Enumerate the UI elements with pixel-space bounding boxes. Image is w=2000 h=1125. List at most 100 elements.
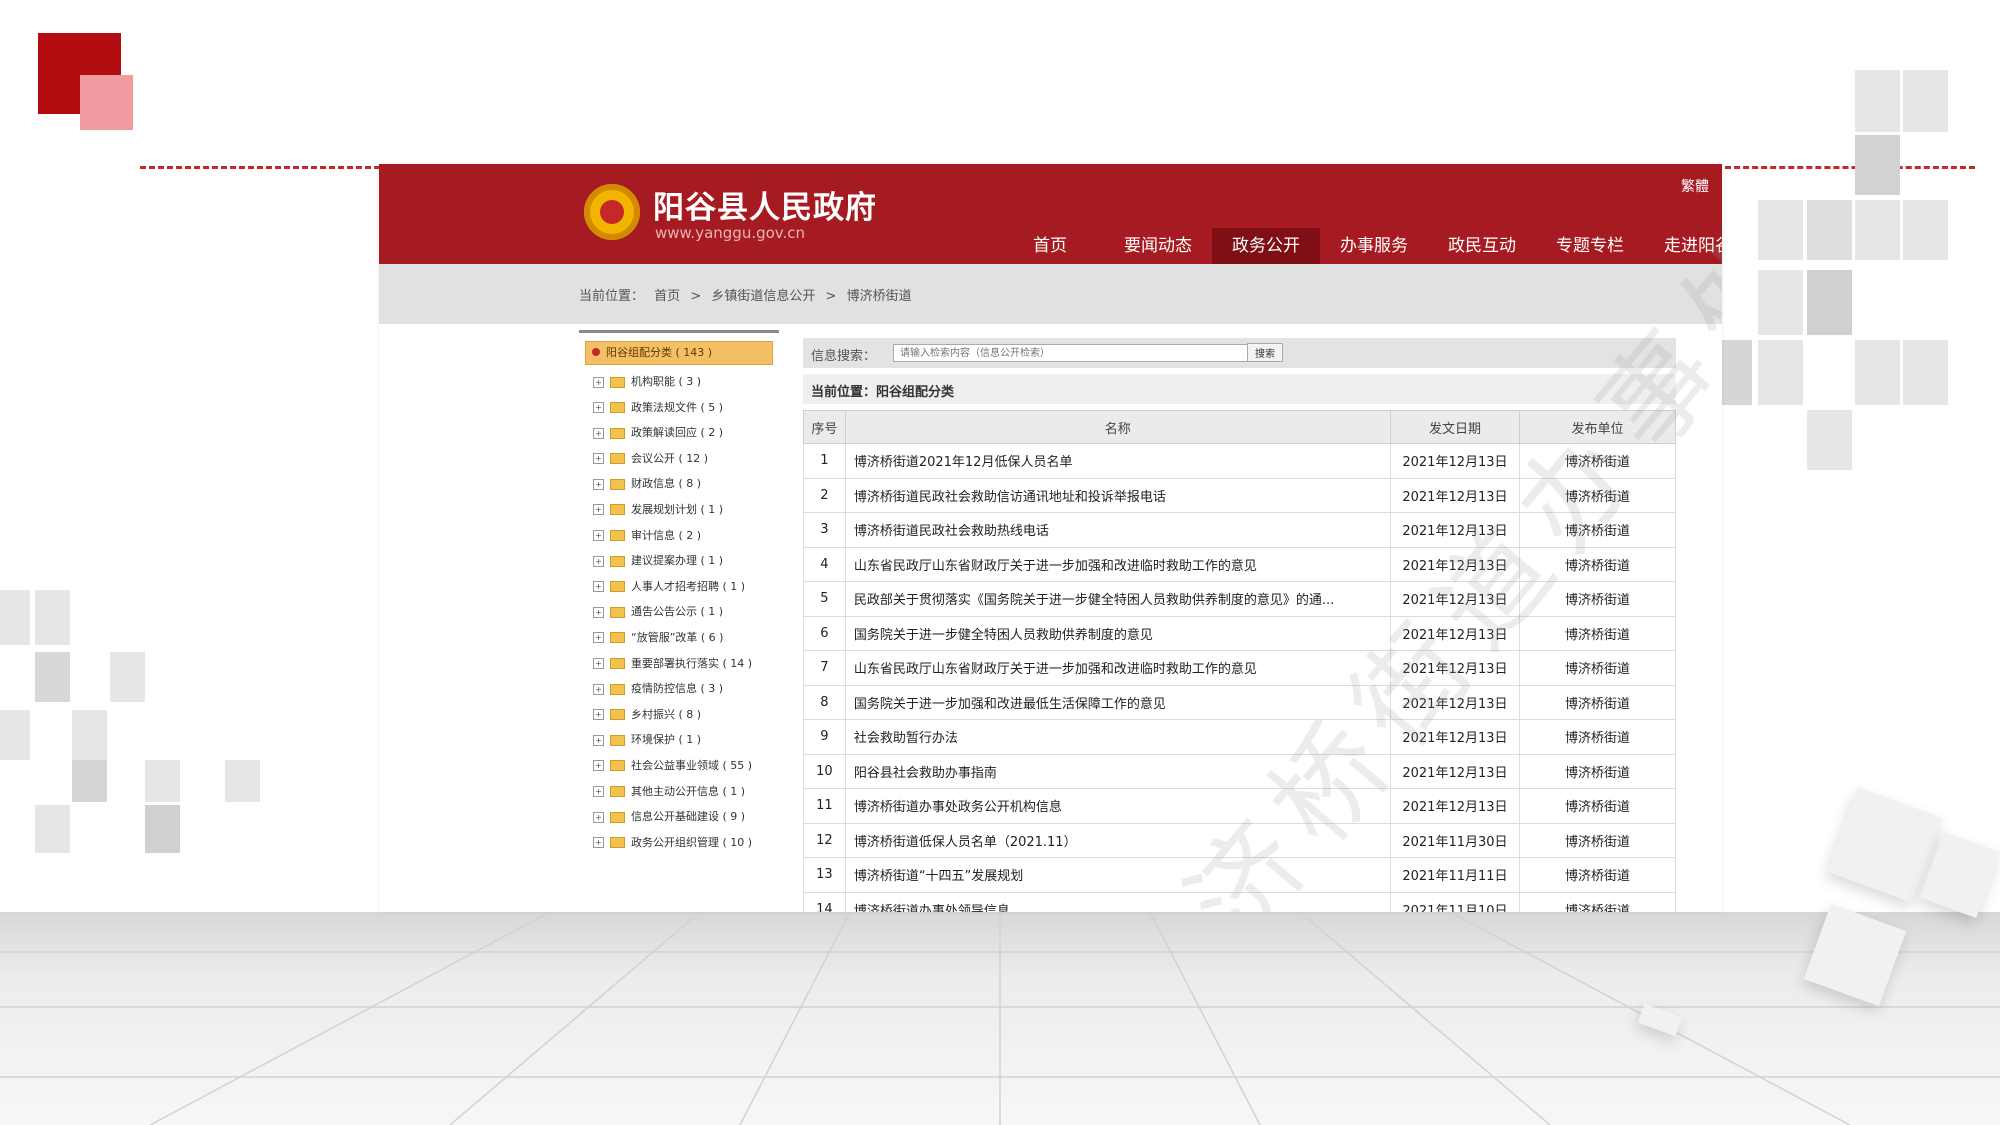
expand-icon[interactable]: +	[593, 811, 604, 823]
expand-icon[interactable]: +	[593, 555, 604, 567]
tree-item[interactable]: + 政策解读回应 ( 2 )	[579, 420, 779, 446]
expand-icon[interactable]: +	[593, 453, 604, 465]
main-nav: 首页 要闻动态 政务公开 办事服务 政民互动 专题专栏 走进阳谷	[996, 228, 1722, 264]
tree-item[interactable]: + 机构职能 ( 3 )	[579, 369, 779, 395]
table-row[interactable]: 2 博济桥街道民政社会救助信访通讯地址和投诉举报电话 2021年12月13日 博济桥街…	[803, 477, 1676, 513]
breadcrumb-link-township[interactable]: 乡镇街道信息公开	[711, 289, 815, 304]
breadcrumb-current[interactable]: 博济桥街道	[847, 289, 912, 304]
tree-item[interactable]: + 重要部署执行落实 ( 14 )	[579, 651, 779, 677]
nav-news[interactable]: 要闻动态	[1104, 228, 1212, 264]
document-table: 序号 名称 发文日期 发布单位 1 博济桥街道2021年12月低保人员名单 2021…	[803, 410, 1676, 912]
tree-item[interactable]: + 政务公开组织管理 ( 10 )	[579, 830, 779, 856]
row-date: 2021年11月10日	[1389, 891, 1521, 912]
row-title-link[interactable]: 民政部关于贯彻落实《国务院关于进一步健全特困人员救助供养制度的意见》的通...	[844, 581, 1391, 617]
expand-icon[interactable]: +	[593, 530, 604, 542]
nav-special-topics[interactable]: 专题专栏	[1536, 228, 1644, 264]
row-title-link[interactable]: 博济桥街道办事处政务公开机构信息	[844, 788, 1391, 824]
table-row[interactable]: 5 民政部关于贯彻落实《国务院关于进一步健全特困人员救助供养制度的意见》的通...…	[803, 581, 1676, 617]
tree-item[interactable]: + 财政信息 ( 8 )	[579, 471, 779, 497]
row-title-link[interactable]: 社会救助暂行办法	[844, 719, 1391, 755]
breadcrumb-label: 当前位置：	[579, 289, 645, 304]
expand-icon[interactable]: +	[593, 581, 604, 593]
nav-interaction[interactable]: 政民互动	[1428, 228, 1536, 264]
nav-about-yanggu[interactable]: 走进阳谷	[1644, 228, 1722, 264]
tree-item[interactable]: + 审计信息 ( 2 )	[579, 523, 779, 549]
expand-icon[interactable]: +	[593, 734, 604, 746]
row-unit: 博济桥街道	[1519, 719, 1676, 755]
row-unit: 博济桥街道	[1519, 477, 1676, 513]
row-title-link[interactable]: 博济桥街道民政社会救助信访通讯地址和投诉举报电话	[844, 477, 1391, 513]
folder-icon	[610, 427, 625, 439]
row-title-link[interactable]: 国务院关于进一步加强和改进最低生活保障工作的意见	[844, 684, 1391, 720]
table-row[interactable]: 3 博济桥街道民政社会救助热线电话 2021年12月13日 博济桥街道	[803, 512, 1676, 548]
row-title-link[interactable]: 阳谷县社会救助办事指南	[844, 753, 1391, 789]
tree-root[interactable]: 阳谷组配分类 ( 143 )	[585, 341, 773, 365]
tree-item[interactable]: + 社会公益事业领域 ( 55 )	[579, 753, 779, 779]
tree-item[interactable]: + “放管服”改革 ( 6 )	[579, 625, 779, 651]
breadcrumb-bar: 当前位置： 首页 > 乡镇街道信息公开 > 博济桥街道	[379, 264, 1722, 324]
folder-icon	[610, 555, 625, 567]
tree-item[interactable]: + 政策法规文件 ( 5 )	[579, 395, 779, 421]
expand-icon[interactable]: +	[593, 709, 604, 721]
table-row[interactable]: 14 博济桥街道办事处领导信息 2021年11月10日 博济桥街道	[803, 891, 1676, 912]
row-title-link[interactable]: 博济桥街道“十四五”发展规划	[844, 857, 1391, 893]
tree-item[interactable]: + 发展规划计划 ( 1 )	[579, 497, 779, 523]
folder-icon	[610, 376, 625, 388]
tree-item[interactable]: + 建议提案办理 ( 1 )	[579, 548, 779, 574]
tree-item-label: 人事人才招考招聘 ( 1 )	[631, 579, 746, 593]
expand-icon[interactable]: +	[593, 786, 604, 797]
nav-home[interactable]: 首页	[996, 228, 1104, 264]
row-title-link[interactable]: 博济桥街道民政社会救助热线电话	[844, 512, 1391, 548]
table-row[interactable]: 7 山东省民政厅山东省财政厅关于进一步加强和改进临时救助工作的意见 2021年12月…	[803, 650, 1676, 686]
expand-icon[interactable]: +	[593, 837, 604, 849]
folder-icon	[610, 504, 625, 516]
row-title-link[interactable]: 山东省民政厅山东省财政厅关于进一步加强和改进临时救助工作的意见	[844, 546, 1391, 582]
row-title-link[interactable]: 博济桥街道2021年12月低保人员名单	[844, 443, 1391, 479]
row-title-link[interactable]: 博济桥街道办事处领导信息	[844, 891, 1391, 912]
tree-item[interactable]: + 会议公开 ( 12 )	[579, 446, 779, 472]
current-position-label: 当前位置：阳谷组配分类	[811, 385, 955, 400]
row-unit: 博济桥街道	[1519, 753, 1676, 789]
expand-icon[interactable]: +	[593, 376, 604, 388]
nav-government-affairs[interactable]: 政务公开	[1212, 228, 1320, 264]
expand-icon[interactable]: +	[593, 606, 604, 618]
table-row[interactable]: 4 山东省民政厅山东省财政厅关于进一步加强和改进临时救助工作的意见 2021年12月…	[803, 546, 1676, 582]
tree-item-label: 社会公益事业领域 ( 55 )	[631, 758, 753, 772]
traditional-chinese-toggle[interactable]: 繁體	[1681, 176, 1709, 196]
expand-icon[interactable]: +	[593, 478, 604, 490]
table-row[interactable]: 11 博济桥街道办事处政务公开机构信息 2021年12月13日 博济桥街道	[803, 788, 1676, 824]
table-row[interactable]: 13 博济桥街道“十四五”发展规划 2021年11月11日 博济桥街道	[803, 857, 1676, 893]
tree-item[interactable]: + 通告公告公示 ( 1 )	[579, 599, 779, 625]
tree-item[interactable]: + 信息公开基础建设 ( 9 )	[579, 804, 779, 830]
row-title-link[interactable]: 国务院关于进一步健全特困人员救助供养制度的意见	[844, 615, 1391, 651]
table-row[interactable]: 12 博济桥街道低保人员名单（2021.11） 2021年11月30日 博济桥街道	[803, 822, 1676, 858]
table-row[interactable]: 1 博济桥街道2021年12月低保人员名单 2021年12月13日 博济桥街道	[803, 443, 1676, 479]
expand-icon[interactable]: +	[593, 760, 604, 772]
row-unit: 博济桥街道	[1519, 581, 1676, 617]
row-unit: 博济桥街道	[1519, 650, 1676, 686]
tree-item[interactable]: + 环境保护 ( 1 )	[579, 727, 779, 753]
table-row[interactable]: 9 社会救助暂行办法 2021年12月13日 博济桥街道	[803, 719, 1676, 755]
search-input[interactable]	[893, 344, 1253, 362]
tree-item[interactable]: + 人事人才招考招聘 ( 1 )	[579, 574, 779, 600]
row-title-link[interactable]: 博济桥街道低保人员名单（2021.11）	[844, 822, 1391, 858]
nav-services[interactable]: 办事服务	[1320, 228, 1428, 264]
breadcrumb-link-home[interactable]: 首页	[654, 289, 680, 304]
expand-icon[interactable]: +	[593, 427, 604, 439]
search-button[interactable]: 搜索	[1247, 343, 1283, 362]
expand-icon[interactable]: +	[593, 504, 604, 516]
table-row[interactable]: 10 阳谷县社会救助办事指南 2021年12月13日 博济桥街道	[803, 753, 1676, 789]
tree-item[interactable]: + 疫情防控信息 ( 3 )	[579, 676, 779, 702]
expand-icon[interactable]: +	[593, 658, 604, 670]
table-body: 1 博济桥街道2021年12月低保人员名单 2021年12月13日 博济桥街道 2 博济桥…	[803, 443, 1676, 912]
header-no: 序号	[803, 410, 846, 444]
table-row[interactable]: 8 国务院关于进一步加强和改进最低生活保障工作的意见 2021年12月13日 博济桥街…	[803, 684, 1676, 720]
expand-icon[interactable]: +	[593, 632, 604, 644]
expand-icon[interactable]: +	[593, 683, 604, 695]
row-title-link[interactable]: 山东省民政厅山东省财政厅关于进一步加强和改进临时救助工作的意见	[844, 650, 1391, 686]
tree-item[interactable]: + 其他主动公开信息 ( 1 )	[579, 779, 779, 805]
folder-icon	[610, 734, 625, 746]
expand-icon[interactable]: +	[593, 402, 604, 414]
table-row[interactable]: 6 国务院关于进一步健全特困人员救助供养制度的意见 2021年12月13日 博济桥街道	[803, 615, 1676, 651]
tree-item[interactable]: + 乡村振兴 ( 8 )	[579, 702, 779, 728]
